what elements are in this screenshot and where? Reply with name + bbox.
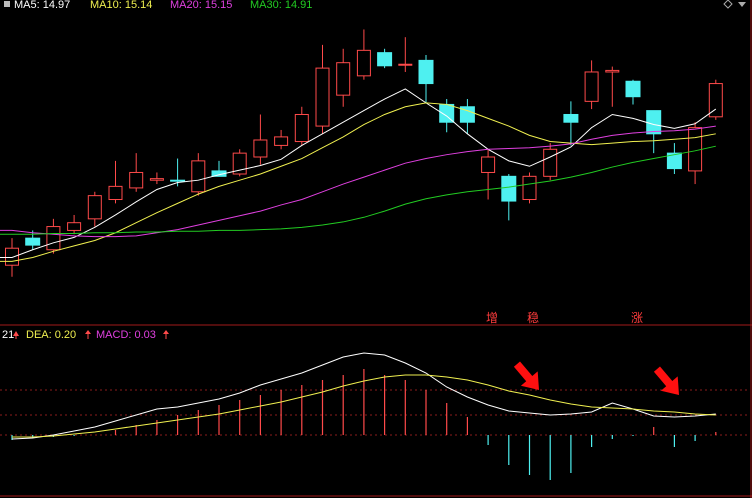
candle-up bbox=[543, 148, 558, 177]
candle-up bbox=[522, 175, 537, 201]
candle-up bbox=[191, 160, 206, 193]
candle-up bbox=[149, 178, 164, 181]
kline-macd-chart: MA5: 14.97 MA10: 15.14 MA20: 15.15 MA30: 14… bbox=[0, 0, 752, 498]
legend-ma30: MA30: 14.91 bbox=[250, 0, 312, 11]
candle-up bbox=[46, 226, 61, 251]
candle-down bbox=[646, 110, 662, 135]
candle-up bbox=[688, 127, 703, 172]
arrow-annotation-2 bbox=[653, 366, 679, 395]
candle-up bbox=[315, 67, 330, 127]
candle-up bbox=[605, 69, 620, 73]
candle-up bbox=[274, 136, 289, 146]
series-marker-icon bbox=[4, 1, 10, 7]
ma10-line bbox=[0, 102, 716, 262]
candle-up bbox=[5, 247, 19, 266]
candle-down bbox=[625, 80, 641, 98]
annotation-label: 涨 bbox=[631, 310, 643, 325]
candle-up bbox=[67, 222, 82, 231]
candle-up bbox=[398, 63, 413, 66]
candle-down bbox=[563, 113, 579, 123]
macd-value: MACD: 0.03 bbox=[96, 329, 156, 341]
arrow-annotation-1 bbox=[513, 361, 539, 390]
candle-up bbox=[87, 195, 102, 220]
candle-down bbox=[418, 59, 434, 85]
candle-down bbox=[501, 175, 517, 202]
stock-chart-screen: MA5: 14.97 MA10: 15.14 MA20: 15.15 MA30: 14… bbox=[0, 0, 752, 498]
candle-down bbox=[377, 52, 393, 67]
candle-up bbox=[584, 71, 599, 102]
candle-up bbox=[481, 156, 496, 173]
arrow-up-icon bbox=[163, 330, 169, 334]
arrow-down-icon[interactable] bbox=[738, 2, 746, 7]
dea-value: DEA: 0.20 bbox=[26, 329, 76, 341]
ma5-line bbox=[0, 88, 717, 258]
candle-up bbox=[129, 171, 144, 189]
legend-ma20: MA20: 15.15 bbox=[170, 0, 232, 11]
candle-up bbox=[356, 49, 371, 77]
dif-value: 21 bbox=[2, 329, 14, 341]
diamond-icon[interactable] bbox=[723, 0, 733, 9]
legend-ma10: MA10: 15.14 bbox=[90, 0, 152, 11]
candle-up bbox=[253, 139, 268, 158]
arrow-up-icon bbox=[85, 330, 91, 334]
candle-up bbox=[294, 113, 309, 143]
ma30-line bbox=[0, 145, 716, 235]
candle-up bbox=[336, 62, 351, 96]
annotation-label: 稳 bbox=[527, 310, 539, 325]
legend-ma5: MA5: 14.97 bbox=[14, 0, 70, 11]
candle-up bbox=[108, 185, 123, 201]
annotation-label: 增 bbox=[486, 311, 498, 325]
candle-down bbox=[25, 237, 41, 246]
candle-down bbox=[170, 179, 186, 182]
